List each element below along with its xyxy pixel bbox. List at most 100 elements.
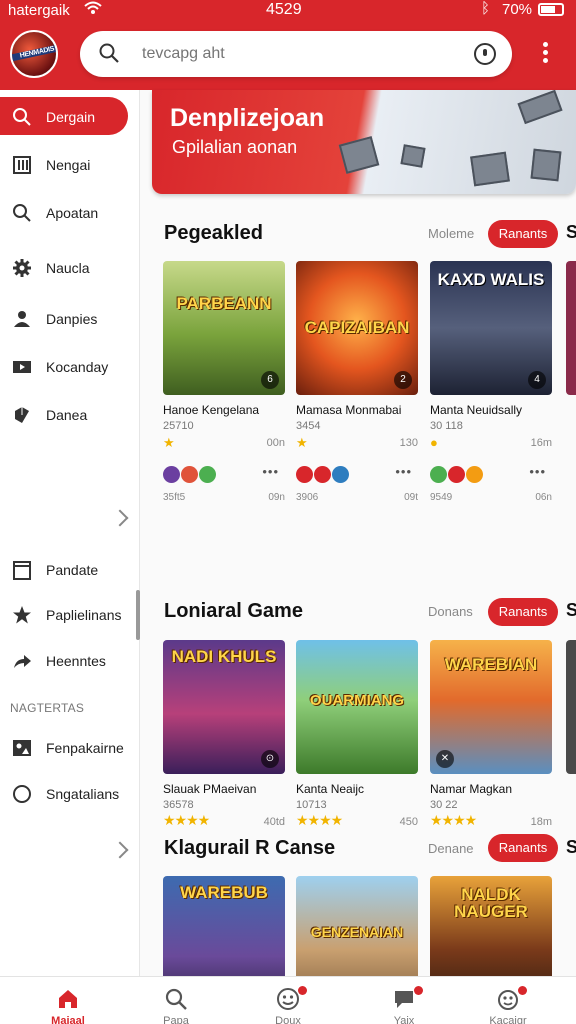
tab-papa[interactable]: Papa <box>126 977 226 1024</box>
more-options-icon[interactable]: ••• <box>395 464 412 479</box>
friend-avatars <box>430 466 484 488</box>
game-thumbnail-title: OUARMIANG <box>309 692 405 709</box>
game-name: Slauak PMaeivan <box>163 782 257 796</box>
more-options-icon[interactable]: ••• <box>529 464 546 479</box>
scrollbar[interactable] <box>136 590 140 640</box>
home-icon <box>59 990 77 1008</box>
game-thumbnail-title: WAREBUB <box>180 883 268 902</box>
card-badge: 4 <box>528 371 546 389</box>
sidebar-item-label: Dergain <box>46 109 96 125</box>
star-icon: ★ <box>163 435 175 450</box>
status-bar: hatergaik 4529 ᛒ 70% <box>0 0 576 22</box>
more-options-icon[interactable]: ••• <box>262 464 279 479</box>
game-name: Manta Neuidsally <box>430 403 523 417</box>
search-input[interactable] <box>142 43 462 65</box>
section-more-link[interactable]: Denane <box>428 841 474 856</box>
battery-percent: 70% <box>502 1 533 18</box>
sidebar-item-heenntes[interactable]: Heenntes <box>0 641 140 681</box>
game-card-partial[interactable] <box>566 261 576 511</box>
section-more-link[interactable]: Donans <box>428 604 473 619</box>
game-meta: 00n <box>266 437 285 449</box>
sidebar-item-label: Fenpakairne <box>46 740 124 756</box>
chevron-right-icon[interactable] <box>111 841 129 859</box>
sidebar-item-nengai[interactable]: Nengai <box>0 145 140 185</box>
video-icon <box>13 361 31 373</box>
bluetooth-icon: ᛒ <box>481 0 491 17</box>
section-title-partial: S <box>566 600 576 620</box>
section-more-link[interactable]: Moleme <box>428 226 474 241</box>
sidebar-item-danpies[interactable]: Danpies <box>0 299 140 339</box>
cube-icon <box>15 407 29 423</box>
tab-label: Kacaigr <box>489 1015 527 1024</box>
sidebar-item-label: Danpies <box>46 311 98 327</box>
card-footer-right: 09n <box>268 492 285 503</box>
section-title-partial: S <box>566 837 576 857</box>
sidebar-item-sngatalians[interactable]: Sngatalians <box>0 774 140 814</box>
sidebar-item-fenpakairne[interactable]: Fenpakairne <box>0 728 140 768</box>
tab-maiaal[interactable]: Maiaal <box>18 977 118 1024</box>
bottom-navigation: Maiaal Papa Doux Yaix Kacaigr <box>0 976 576 1024</box>
bookmark-icon <box>13 561 31 580</box>
sidebar-item-apoatan[interactable]: Apoatan <box>0 193 140 233</box>
chevron-right-icon[interactable] <box>111 509 129 527</box>
sidebar-item-label: Heenntes <box>46 653 106 669</box>
sidebar-item-label: Kocanday <box>46 359 109 375</box>
sidebar-item-dergain[interactable]: Dergain <box>0 97 128 135</box>
tab-label: Maiaal <box>51 1015 85 1024</box>
game-thumbnail: WAREBIAN ✕ <box>430 640 552 774</box>
banner-art <box>517 90 563 125</box>
app-logo[interactable]: HENMADIS <box>10 30 58 78</box>
game-thumbnail: OUARMIANG <box>296 640 418 774</box>
notification-dot <box>298 986 307 995</box>
rank-button[interactable]: Ranants <box>488 834 558 862</box>
card-badge: ⊙ <box>261 750 279 768</box>
game-count: 25710 <box>163 420 194 432</box>
voice-search-icon[interactable] <box>474 43 496 65</box>
banner-art <box>530 148 562 182</box>
rating-stars: ★★★★ <box>296 812 343 828</box>
circle-icon <box>13 785 31 803</box>
game-meta: 130 <box>399 437 418 449</box>
tab-yaix[interactable]: Yaix <box>354 977 454 1024</box>
game-name: Hanoe Kengelana <box>163 403 260 417</box>
game-card-partial[interactable] <box>566 640 576 815</box>
banner-art <box>470 151 510 187</box>
rank-button[interactable]: Ranants <box>488 598 558 626</box>
sidebar-item-label: Nengai <box>46 157 91 173</box>
tab-doux[interactable]: Doux <box>238 977 338 1024</box>
library-icon <box>13 156 31 174</box>
game-thumbnail: KAXD WALIS 4 <box>430 261 552 395</box>
clock: 4529 <box>266 1 302 18</box>
rank-button[interactable]: Ranants <box>488 220 558 248</box>
game-thumbnail-title: PARBEANN <box>176 294 272 313</box>
sidebar-item-kocanday[interactable]: Kocanday <box>0 347 140 387</box>
card-badge: ✕ <box>436 750 454 768</box>
notification-dot <box>414 986 423 995</box>
promo-banner[interactable]: Denplizejoan Gpilalian aonan <box>152 90 576 194</box>
tab-kacaigr[interactable]: Kacaigr <box>458 977 558 1024</box>
card-badge: 6 <box>261 371 279 389</box>
game-count: 36578 <box>163 799 194 811</box>
game-meta: 18m <box>530 816 552 828</box>
section-title: Pegeakled <box>164 222 263 244</box>
sidebar-item-paplielinans[interactable]: Paplielinans <box>0 595 140 635</box>
gear-icon <box>13 259 31 277</box>
game-count: 30 118 <box>430 420 463 432</box>
search-icon <box>99 43 119 63</box>
more-menu-icon[interactable] <box>538 42 552 66</box>
sidebar-item-pandate[interactable]: Pandate <box>0 550 140 590</box>
sidebar-item-naucla[interactable]: Naucla <box>0 248 140 288</box>
sidebar-item-danea[interactable]: Danea <box>0 395 140 435</box>
game-name: Namar Magkan <box>430 782 513 796</box>
section-title: Loniaral Game <box>164 600 303 622</box>
person-icon <box>14 311 30 327</box>
image-icon <box>13 740 31 756</box>
search-bar[interactable] <box>80 31 512 77</box>
sidebar-item-label: Sngatalians <box>46 786 120 802</box>
banner-art <box>338 136 380 174</box>
sidebar-item-label: Paplielinans <box>46 607 122 623</box>
tab-label: Papa <box>163 1015 189 1024</box>
game-thumbnail: PARBEANN 6 <box>163 261 285 395</box>
section-title-partial: S <box>566 222 576 242</box>
tab-label: Yaix <box>393 1015 415 1024</box>
